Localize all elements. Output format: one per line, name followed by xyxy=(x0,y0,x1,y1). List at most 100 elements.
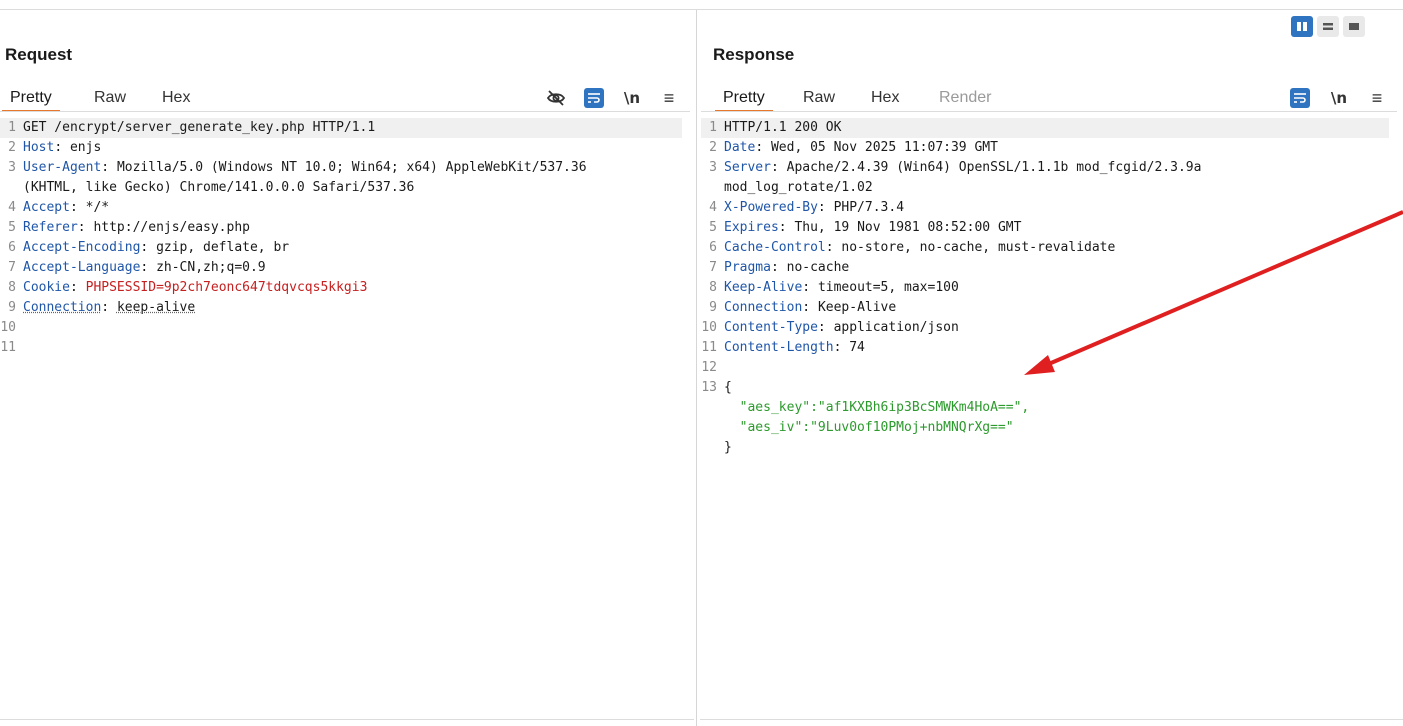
word-wrap-icon[interactable] xyxy=(584,88,604,108)
line-number: 8 xyxy=(8,280,16,295)
editor-line: "aes_iv":"9Luv0of10PMoj+nbMNQrXg==" xyxy=(701,418,1389,438)
header-value: Apache/2.4.39 (Win64) OpenSSL/1.1.1b mod… xyxy=(786,160,1202,175)
response-editor[interactable]: 1 HTTP/1.1 200 OK 2 Date: Wed, 05 Nov 2025 … xyxy=(701,118,1389,458)
header-value: zh-CN,zh;q=0.9 xyxy=(156,260,266,275)
header-value: Thu, 19 Nov 1981 08:52:00 GMT xyxy=(794,220,1022,235)
line-text: Keep-Alive: timeout=5, max=100 xyxy=(724,278,959,298)
request-bottom-border xyxy=(0,719,694,720)
editor-line: 2 Date: Wed, 05 Nov 2025 11:07:39 GMT xyxy=(701,138,1389,158)
header-separator: : xyxy=(802,300,818,315)
line-text: Host: enjs xyxy=(23,138,101,158)
menu-icon[interactable]: ≡ xyxy=(1367,88,1387,108)
line-text: "aes_key":"af1KXBh6ip3BcSMWKm4HoA==", xyxy=(724,398,1030,418)
editor-line: 2 Host: enjs xyxy=(0,138,682,158)
request-title: Request xyxy=(5,45,73,64)
word-wrap-icon[interactable] xyxy=(1290,88,1310,108)
line-number: 3 xyxy=(709,160,717,175)
newline-icon[interactable]: \n xyxy=(622,88,642,108)
response-tab-hex[interactable]: Hex xyxy=(867,88,903,110)
editor-line: 1 GET /encrypt/server_generate_key.php HT… xyxy=(0,118,682,138)
newline-icon[interactable]: \n xyxy=(1329,88,1349,108)
editor-line: 1 HTTP/1.1 200 OK xyxy=(701,118,1389,138)
header-value: timeout=5, max=100 xyxy=(817,280,959,295)
header-value: */* xyxy=(85,200,110,215)
hide-eye-icon[interactable] xyxy=(546,88,566,108)
request-tab-raw[interactable]: Raw xyxy=(90,88,130,110)
header-name: Keep-Alive xyxy=(724,280,803,295)
header-name: Date xyxy=(724,140,756,155)
header-value: keep-alive xyxy=(116,300,196,315)
editor-line: 6 Cache-Control: no-store, no-cache, must… xyxy=(701,238,1389,258)
line-text: Cookie: PHPSESSID=9p2ch7eonc647tdqvcqs5k… xyxy=(23,278,367,298)
header-name: Accept-Language xyxy=(23,260,141,275)
header-separator: : xyxy=(69,280,86,295)
header-separator: : xyxy=(817,320,834,335)
response-tab-divider xyxy=(701,111,1397,112)
editor-line: 7 Pragma: no-cache xyxy=(701,258,1389,278)
line-number: 1 xyxy=(709,120,717,135)
editor-line: 9 Connection: keep-alive xyxy=(0,298,682,318)
line-text: Server: Apache/2.4.39 (Win64) OpenSSL/1.… xyxy=(724,158,1201,178)
header-value: (KHTML, like Gecko) Chrome/141.0.0.0 Saf… xyxy=(23,180,415,195)
line-text: Accept-Encoding: gzip, deflate, br xyxy=(23,238,289,258)
header-name: Pragma xyxy=(724,260,771,275)
line-text: Accept: */* xyxy=(23,198,109,218)
editor-line: 6 Accept-Encoding: gzip, deflate, br xyxy=(0,238,682,258)
request-editor[interactable]: 1 GET /encrypt/server_generate_key.php HT… xyxy=(0,118,682,358)
editor-line: 5 Expires: Thu, 19 Nov 1981 08:52:00 GMT xyxy=(701,218,1389,238)
header-value: Mozilla/5.0 (Windows NT 10.0; Win64; x64… xyxy=(116,160,587,175)
request-tab-hex[interactable]: Hex xyxy=(158,88,194,110)
editor-line: 10 xyxy=(0,318,682,338)
header-name: Accept-Encoding xyxy=(23,240,141,255)
line-number: 11 xyxy=(701,340,717,355)
line-number: 9 xyxy=(709,300,717,315)
line-text: Content-Length: 74 xyxy=(724,338,865,358)
header-name: Content-Type xyxy=(724,320,818,335)
line-text: X-Powered-By: PHP/7.3.4 xyxy=(724,198,904,218)
line-number: 5 xyxy=(8,220,16,235)
editor-line: "aes_key":"af1KXBh6ip3BcSMWKm4HoA==", xyxy=(701,398,1389,418)
editor-line: 8 Cookie: PHPSESSID=9p2ch7eonc647tdqvcqs5… xyxy=(0,278,682,298)
header-separator: : xyxy=(755,140,771,155)
editor-line: mod_log_rotate/1.02 xyxy=(701,178,1389,198)
editor-line: 9 Connection: Keep-Alive xyxy=(701,298,1389,318)
editor-line: 12 xyxy=(701,358,1389,378)
header-name: Cache-Control xyxy=(724,240,826,255)
request-pane: Request Pretty Raw Hex \n ≡ 1 GET /encryp… xyxy=(0,10,696,726)
line-number: 9 xyxy=(8,300,16,315)
header-name: Referer xyxy=(23,220,78,235)
line-text: (KHTML, like Gecko) Chrome/141.0.0.0 Saf… xyxy=(23,178,414,198)
header-separator: : xyxy=(770,160,787,175)
header-separator: : xyxy=(778,220,795,235)
line-text: Connection: keep-alive xyxy=(23,298,195,318)
header-separator: : xyxy=(101,160,117,175)
request-tab-pretty[interactable]: Pretty xyxy=(2,88,60,112)
header-name: Server xyxy=(724,160,771,175)
header-separator: : xyxy=(802,280,818,295)
request-tab-divider xyxy=(0,111,690,112)
editor-line: 3 Server: Apache/2.4.39 (Win64) OpenSSL/1… xyxy=(701,158,1389,178)
header-name: Connection xyxy=(23,300,102,315)
header-name: Connection xyxy=(724,300,803,315)
editor-line: 7 Accept-Language: zh-CN,zh;q=0.9 xyxy=(0,258,682,278)
response-tab-pretty[interactable]: Pretty xyxy=(715,88,773,112)
editor-line: 10 Content-Type: application/json xyxy=(701,318,1389,338)
header-separator: : xyxy=(817,200,834,215)
header-value: gzip, deflate, br xyxy=(156,240,290,255)
response-title: Response xyxy=(713,45,795,64)
line-text: "aes_iv":"9Luv0of10PMoj+nbMNQrXg==" xyxy=(724,418,1014,438)
line-text: HTTP/1.1 200 OK xyxy=(724,118,841,138)
line-text: { xyxy=(724,378,732,398)
line-number: 6 xyxy=(8,240,16,255)
header-name: Cookie xyxy=(23,280,70,295)
line-text: Date: Wed, 05 Nov 2025 11:07:39 GMT xyxy=(724,138,998,158)
editor-line: 4 Accept: */* xyxy=(0,198,682,218)
line-text: Connection: Keep-Alive xyxy=(724,298,896,318)
line-number: 4 xyxy=(8,200,16,215)
line-number: 7 xyxy=(8,260,16,275)
cookie-value: 9p2ch7eonc647tdqvcqs5kkgi3 xyxy=(163,280,368,295)
menu-icon[interactable]: ≡ xyxy=(659,88,679,108)
line-number: 7 xyxy=(709,260,717,275)
response-tab-render[interactable]: Render xyxy=(935,88,995,110)
response-tab-raw[interactable]: Raw xyxy=(799,88,839,110)
